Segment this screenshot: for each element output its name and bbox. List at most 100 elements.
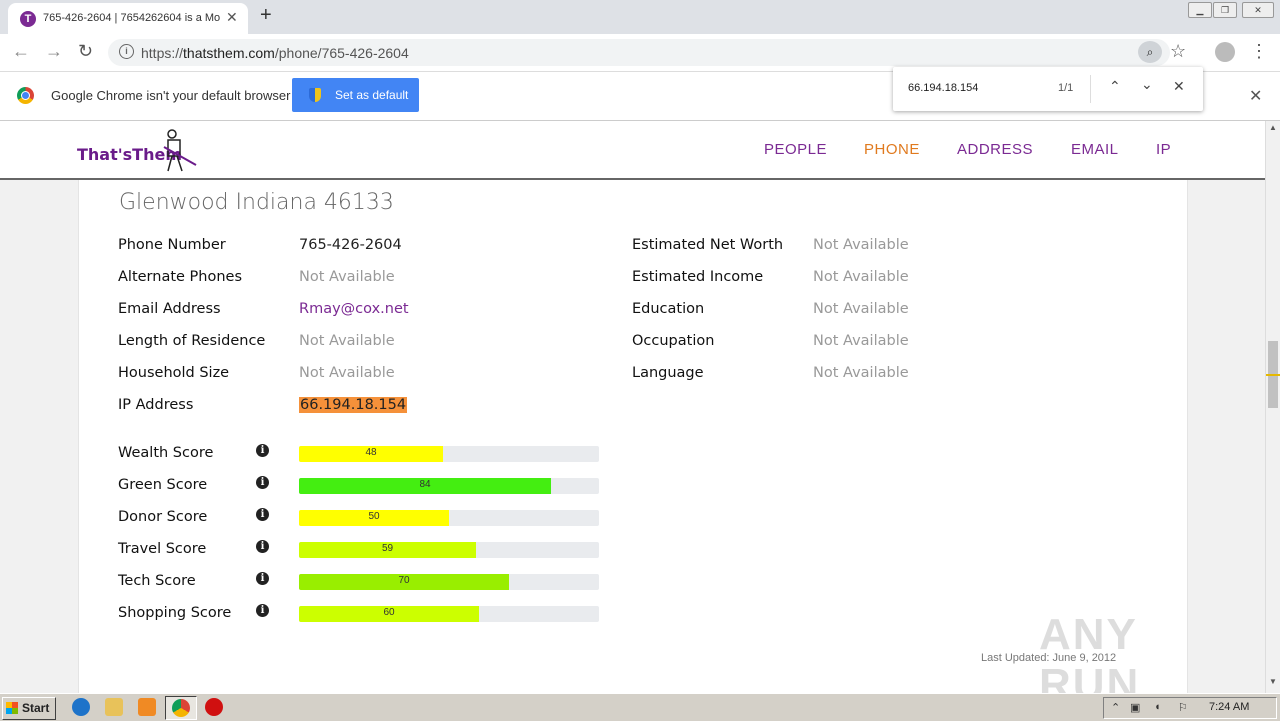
ip-address-value: 66.194.18.154 xyxy=(299,397,408,413)
shopping-score-info-icon[interactable]: i xyxy=(256,604,269,617)
travel-score-info-icon[interactable]: i xyxy=(256,540,269,553)
profile-avatar-icon[interactable] xyxy=(1215,42,1235,62)
site-header: That'sThem PEOPLE PHONE ADDRESS EMAIL IP xyxy=(0,121,1265,180)
household-size-value: Not Available xyxy=(299,365,395,381)
wealth-score-info-icon[interactable]: i xyxy=(256,444,269,457)
site-info-icon[interactable]: i xyxy=(119,44,134,59)
bookmark-star-icon[interactable]: ☆ xyxy=(1170,41,1186,62)
green-score-label: Green Score xyxy=(118,477,208,493)
email-address-label: Email Address xyxy=(118,301,221,317)
volume-icon[interactable]: ◖ xyxy=(1154,701,1161,713)
nav-address[interactable]: ADDRESS xyxy=(957,141,1033,158)
shopping-score-bar: 60 xyxy=(299,606,599,622)
travel-score-value: 59 xyxy=(381,543,394,554)
address-bar[interactable]: i https://thatsthem.com/phone/765-426-26… xyxy=(108,39,1186,66)
web-page: That'sThem PEOPLE PHONE ADDRESS EMAIL IP… xyxy=(0,121,1265,693)
chrome-logo-icon xyxy=(17,87,34,104)
site-favicon-icon: T xyxy=(20,11,36,27)
file-explorer-icon[interactable] xyxy=(105,698,123,716)
chrome-menu-icon[interactable]: ⋮ xyxy=(1250,41,1268,62)
scroll-up-icon[interactable]: ▲ xyxy=(1269,123,1277,132)
find-bar: 66.194.18.154 1/1 ⌃ ⌄ ✕ xyxy=(893,67,1203,111)
window-controls: ▁ ❐ ✕ xyxy=(1180,0,1280,20)
nav-people[interactable]: PEOPLE xyxy=(764,141,827,158)
action-center-flag-icon[interactable]: ⚐ xyxy=(1178,701,1188,714)
phone-number-label: Phone Number xyxy=(118,237,226,253)
occupation-label: Occupation xyxy=(632,333,715,349)
find-previous-icon[interactable]: ⌃ xyxy=(1109,78,1121,95)
find-next-icon[interactable]: ⌄ xyxy=(1141,76,1153,93)
alternate-phones-label: Alternate Phones xyxy=(118,269,243,285)
url-path: /phone/765-426-2604 xyxy=(274,45,409,61)
reload-icon[interactable]: ↻ xyxy=(78,41,93,62)
green-score-fill: 84 xyxy=(299,478,551,494)
income-label: Estimated Income xyxy=(632,269,764,285)
start-button[interactable]: Start xyxy=(2,697,56,720)
media-player-icon[interactable] xyxy=(138,698,156,716)
new-tab-icon[interactable]: + xyxy=(260,4,272,27)
nav-phone[interactable]: PHONE xyxy=(864,141,920,158)
tab-strip: T 765-426-2604 | 7654262604 is a Mo ✕ + … xyxy=(0,0,1280,34)
travel-score-label: Travel Score xyxy=(118,541,207,557)
donor-score-value: 50 xyxy=(368,511,380,522)
shopping-score-label: Shopping Score xyxy=(118,605,232,621)
system-tray: ⌃ ▣ ◖ ⚐ 7:24 AM xyxy=(1103,697,1277,719)
minimize-icon[interactable]: ▁ xyxy=(1188,2,1212,18)
find-input[interactable]: 66.194.18.154 xyxy=(908,82,978,94)
travel-score-fill: 59 xyxy=(299,542,476,558)
donor-score-info-icon[interactable]: i xyxy=(256,508,269,521)
find-in-page-icon[interactable]: ⌕ xyxy=(1138,41,1162,63)
forward-icon[interactable]: → xyxy=(45,41,63,62)
find-divider xyxy=(1090,75,1091,103)
travel-score-bar: 59 xyxy=(299,542,599,558)
set-as-default-label: Set as default xyxy=(335,88,409,102)
taskbar-clock[interactable]: 7:24 AM xyxy=(1209,701,1249,713)
income-value: Not Available xyxy=(813,269,909,285)
green-score-bar: 84 xyxy=(299,478,599,494)
url-text: https://thatsthem.com/phone/765-426-2604 xyxy=(141,45,409,61)
education-value: Not Available xyxy=(813,301,909,317)
length-of-residence-label: Length of Residence xyxy=(118,333,266,349)
donor-score-fill: 50 xyxy=(299,510,449,526)
green-score-value: 84 xyxy=(419,479,431,490)
shopping-score-fill: 60 xyxy=(299,606,479,622)
scroll-down-icon[interactable]: ▼ xyxy=(1269,677,1277,686)
tech-score-info-icon[interactable]: i xyxy=(256,572,269,585)
donor-score-bar: 50 xyxy=(299,510,599,526)
net-worth-value: Not Available xyxy=(813,237,909,253)
restore-icon[interactable]: ❐ xyxy=(1213,2,1237,18)
phone-number-value: 765-426-2604 xyxy=(299,237,402,253)
tech-score-label: Tech Score xyxy=(118,573,196,589)
browser-tab[interactable]: T 765-426-2604 | 7654262604 is a Mo ✕ xyxy=(8,3,248,34)
set-as-default-button[interactable]: Set as default xyxy=(292,78,419,112)
url-host: thatsthem.com xyxy=(183,45,275,61)
language-label: Language xyxy=(632,365,704,381)
url-scheme: https:// xyxy=(141,45,184,61)
logo-figure-icon xyxy=(163,129,197,172)
donor-score-label: Donor Score xyxy=(118,509,208,525)
email-address-link[interactable]: Rmay@cox.net xyxy=(299,301,409,317)
wealth-score-bar: 48 xyxy=(299,446,599,462)
find-close-icon[interactable]: ✕ xyxy=(1173,78,1185,95)
network-icon[interactable]: ▣ xyxy=(1130,701,1140,714)
internet-explorer-icon[interactable] xyxy=(72,698,90,716)
page-scrollbar[interactable]: ▲ ▼ xyxy=(1265,121,1280,693)
back-icon[interactable]: ← xyxy=(12,41,30,62)
taskbar-chrome-button[interactable] xyxy=(165,696,197,720)
education-label: Education xyxy=(632,301,705,317)
tech-score-value: 70 xyxy=(398,575,410,586)
record-card: Glenwood Indiana 46133 Phone Number 765-… xyxy=(78,180,1188,693)
nav-email[interactable]: EMAIL xyxy=(1071,141,1119,158)
nav-ip[interactable]: IP xyxy=(1156,141,1171,158)
window-close-icon[interactable]: ✕ xyxy=(1242,2,1274,18)
green-score-info-icon[interactable]: i xyxy=(256,476,269,489)
ip-address-label: IP Address xyxy=(118,397,194,413)
net-worth-label: Estimated Net Worth xyxy=(632,237,784,253)
tab-close-icon[interactable]: ✕ xyxy=(226,9,238,26)
language-value: Not Available xyxy=(813,365,909,381)
infobar-close-icon[interactable]: ✕ xyxy=(1249,86,1262,106)
windows-flag-icon xyxy=(6,702,18,714)
tray-expand-icon[interactable]: ⌃ xyxy=(1111,701,1120,714)
stop-app-icon[interactable] xyxy=(205,698,223,716)
wealth-score-fill: 48 xyxy=(299,446,443,462)
